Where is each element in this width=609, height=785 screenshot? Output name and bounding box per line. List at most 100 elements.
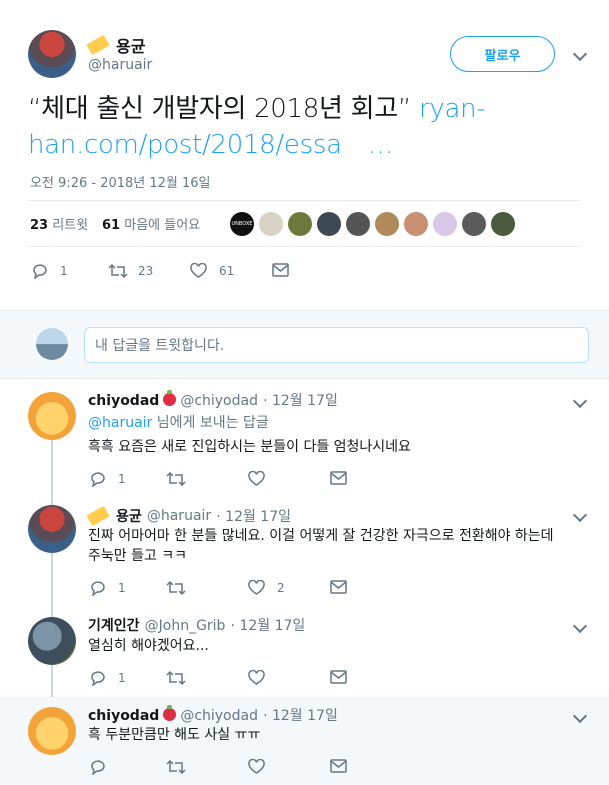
reply-action[interactable]: 1: [90, 580, 126, 596]
retweet-action[interactable]: [166, 670, 186, 686]
reply-icon: [91, 671, 105, 686]
reply-action[interactable]: 1: [90, 471, 126, 487]
reply-header: chiyodad @chiyodad · 12월 17일: [88, 705, 338, 725]
message-action[interactable]: [330, 670, 347, 684]
message-action[interactable]: [330, 759, 347, 773]
author-avatar[interactable]: [28, 30, 76, 78]
tweet-text: “체대 출신 개발자의 2018년 회고” ryan- han.com/post…: [28, 91, 588, 163]
message-action[interactable]: [330, 471, 347, 485]
liker-avatar[interactable]: [375, 212, 399, 236]
reply-author-name[interactable]: chiyodad: [88, 393, 159, 409]
reply-author-handle[interactable]: @chiyodad: [180, 708, 258, 724]
author-handle[interactable]: @haruair: [88, 57, 152, 73]
retweet-stats[interactable]: 23 리트윗: [30, 214, 88, 233]
heart-icon: [248, 471, 265, 486]
reply-count: 1: [118, 581, 126, 595]
reply-action[interactable]: 1: [32, 263, 68, 279]
like-action[interactable]: [248, 471, 265, 487]
retweet-count: 23: [138, 264, 154, 278]
reply-text-line: 진짜 어마어마 한 분들 많네요. 이걸 어떻게 잘 건강한 자극으로 전환해야…: [88, 528, 554, 544]
message-action[interactable]: [330, 580, 347, 594]
reply-count: 1: [118, 472, 126, 486]
liker-avatar[interactable]: [462, 212, 486, 236]
like-stats[interactable]: 61 마음에 들어요: [102, 214, 200, 233]
reply-author-name[interactable]: chiyodad: [88, 708, 159, 724]
retweet-action[interactable]: 23: [108, 263, 153, 279]
reply-author-handle[interactable]: @John_Grib: [145, 618, 226, 634]
liker-avatar[interactable]: [288, 212, 312, 236]
envelope-icon: [330, 471, 347, 485]
like-count: 61: [219, 264, 235, 278]
reply-input[interactable]: 내 답글을 트윗합니다.: [84, 327, 589, 363]
reply-text: 흑흑 요즘은 새로 진입하시는 분들이 다들 엄청나시네요: [88, 439, 411, 455]
heart-icon: [248, 670, 265, 685]
replying-to-handle[interactable]: @haruair: [88, 415, 152, 431]
reply-date[interactable]: · 12월 17일: [231, 618, 306, 634]
follow-button[interactable]: 팔로우: [450, 36, 555, 72]
retweets-label: 리트윗: [52, 218, 89, 233]
reply-action[interactable]: 1: [90, 670, 126, 686]
liker-avatar[interactable]: [346, 212, 370, 236]
reply-header: 용균 @haruair · 12월 17일: [86, 505, 291, 527]
retweet-icon: [166, 471, 186, 487]
reply-text: 흑 두분만큼만 해도 사실 ㅠㅠ: [88, 727, 261, 743]
message-action[interactable]: [272, 263, 289, 277]
reply-box-divider-bottom: [0, 378, 609, 379]
reply-date[interactable]: · 12월 17일: [263, 393, 338, 409]
reply-date[interactable]: · 12월 17일: [216, 506, 291, 526]
reply-avatar-haruair[interactable]: [28, 505, 76, 553]
retweet-icon: [166, 580, 186, 596]
pencil-emoji-icon: [86, 34, 110, 56]
reply-text-line: 주눅만 들고 ㅋㅋ: [88, 548, 188, 564]
retweets-count: 23: [30, 218, 49, 233]
retweet-icon: [108, 263, 128, 279]
author-name-row[interactable]: 용균: [86, 33, 145, 57]
like-action[interactable]: 2: [248, 580, 285, 596]
chevron-down-icon[interactable]: [572, 46, 588, 62]
like-action[interactable]: [248, 670, 265, 686]
liker-avatar[interactable]: [259, 212, 283, 236]
heart-icon: [248, 759, 265, 774]
reply-count: 1: [118, 671, 126, 685]
retweet-action[interactable]: [166, 471, 186, 487]
retweet-icon: [166, 670, 186, 686]
tweet-link-cont[interactable]: han.com/post/2018/essa: [28, 130, 342, 160]
reply-avatar-chiyodad[interactable]: [28, 392, 76, 440]
envelope-icon: [330, 670, 347, 684]
reply-author-name[interactable]: 기계인간: [88, 618, 140, 634]
liker-avatar[interactable]: [404, 212, 428, 236]
reply-author-name[interactable]: 용균: [116, 506, 142, 526]
reply-author-handle[interactable]: @chiyodad: [180, 393, 258, 409]
pencil-emoji-icon: [86, 505, 110, 527]
like-action[interactable]: [248, 759, 265, 775]
reply-author-handle[interactable]: @haruair: [147, 508, 211, 524]
reply-date[interactable]: · 12월 17일: [263, 708, 338, 724]
likes-count: 61: [102, 218, 121, 233]
reply-avatar-chiyodad[interactable]: [28, 707, 76, 755]
my-avatar[interactable]: [36, 328, 68, 360]
reply-header: 기계인간 @John_Grib · 12월 17일: [88, 615, 305, 635]
like-action[interactable]: 61: [190, 263, 234, 279]
liker-avatar[interactable]: [491, 212, 515, 236]
liker-avatar[interactable]: UNBOXE: [230, 212, 254, 236]
chevron-down-icon[interactable]: [572, 618, 588, 634]
tweet-timestamp[interactable]: 오전 9:26 - 2018년 12월 16일: [30, 172, 211, 191]
reply-avatar-john-grib[interactable]: [28, 617, 76, 665]
reply-action[interactable]: [90, 759, 106, 775]
tweet-link-ellipsis[interactable]: …: [368, 130, 394, 160]
retweet-action[interactable]: [166, 580, 186, 596]
liker-avatar[interactable]: [433, 212, 457, 236]
tweet-link[interactable]: ryan-: [419, 94, 486, 124]
stats-divider-bottom: [28, 246, 580, 247]
author-name[interactable]: 용균: [116, 33, 145, 57]
like-count: 2: [277, 581, 285, 595]
chevron-down-icon[interactable]: [572, 393, 588, 409]
thread-line: [51, 665, 53, 697]
chevron-down-icon[interactable]: [572, 507, 588, 523]
reply-header: chiyodad @chiyodad · 12월 17일: [88, 390, 338, 410]
heart-icon: [248, 580, 265, 595]
retweet-action[interactable]: [166, 759, 186, 775]
liker-avatar[interactable]: [317, 212, 341, 236]
envelope-icon: [330, 580, 347, 594]
envelope-icon: [330, 759, 347, 773]
